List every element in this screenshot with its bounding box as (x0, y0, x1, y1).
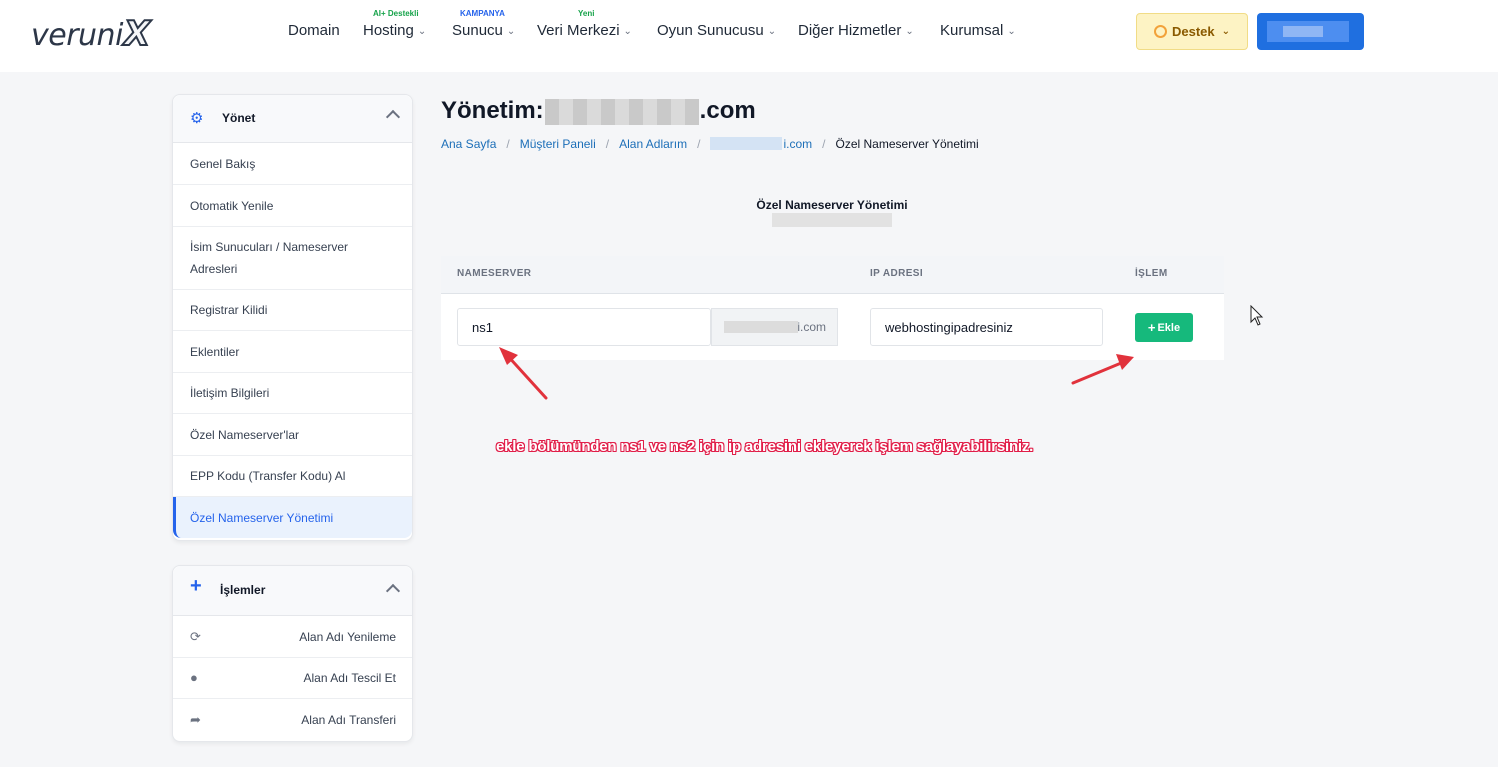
sidebar-item-alan-adi-yenileme[interactable]: ⟳ Alan Adı Yenileme (173, 616, 412, 658)
logo-x: X (123, 13, 151, 55)
breadcrumb-home[interactable]: Ana Sayfa (441, 137, 496, 151)
actions-panel-title: İşlemler (220, 583, 266, 597)
redacted-username-detail (1283, 26, 1323, 37)
chevron-down-icon: ⌄ (506, 26, 516, 37)
table-header: NAMESERVER IP ADRESI İŞLEM (441, 256, 1224, 294)
nav-domain[interactable]: Domain (288, 22, 340, 39)
column-header-action: İŞLEM (1135, 268, 1168, 279)
logo-text: veruni (31, 18, 123, 53)
annotation-arrow-left (499, 347, 548, 400)
nav-veri-merkezi[interactable]: Yeni Veri Merkezi ⌄ (537, 9, 632, 39)
support-label: Destek (1171, 24, 1215, 39)
column-header-ip: IP ADRESI (870, 268, 924, 279)
nav-badge: Yeni (578, 9, 595, 18)
chevron-down-icon: ⌄ (623, 26, 632, 37)
chevron-up-icon (385, 583, 401, 599)
domain-suffix-addon: i.com (711, 308, 838, 346)
chevron-up-icon (385, 109, 401, 125)
page-title-prefix: Yönetim: (441, 97, 544, 124)
column-header-nameserver: NAMESERVER (457, 268, 532, 279)
sidebar-item-alan-adi-transferi[interactable]: ➦ Alan Adı Transferi (173, 699, 412, 741)
nav-hosting[interactable]: AI+ Destekli Hosting ⌄ (363, 9, 427, 39)
breadcrumb: Ana Sayfa / Müşteri Paneli / Alan Adlarım / i.… (441, 137, 979, 151)
redacted-domain (724, 321, 798, 333)
mouse-cursor-icon (1250, 305, 1264, 326)
actions-panel-header[interactable]: + İşlemler (173, 566, 412, 616)
nav-kurumsal[interactable]: Kurumsal ⌄ (940, 22, 1016, 39)
chevron-down-icon: ⌄ (767, 26, 777, 37)
add-button-label: Ekle (1157, 321, 1181, 334)
chevron-down-icon: ⌄ (417, 26, 427, 37)
breadcrumb-separator: / (506, 137, 510, 151)
sidebar-item-registrar-kilidi[interactable]: Registrar Kilidi (173, 290, 412, 331)
nav-diger-hizmetler[interactable]: Diğer Hizmetler ⌄ (798, 22, 914, 39)
sidebar-item-genel-bakis[interactable]: Genel Bakış (173, 143, 412, 185)
breadcrumb-separator: / (605, 137, 610, 151)
redacted-domain (544, 98, 699, 125)
page-title-suffix: .com (699, 97, 756, 124)
actions-panel: + İşlemler ⟳ Alan Adı Yenileme ● Alan Ad… (172, 565, 413, 742)
breadcrumb-separator: / (697, 137, 701, 151)
logo[interactable]: veruniX (31, 13, 151, 55)
breadcrumb-separator: / (822, 137, 826, 151)
sidebar-item-alan-adi-tescil[interactable]: ● Alan Adı Tescil Et (173, 658, 412, 699)
globe-icon: ● (190, 670, 198, 685)
redacted-domain (710, 137, 783, 150)
add-button[interactable]: + Ekle (1135, 313, 1193, 342)
share-icon: ➦ (190, 712, 201, 727)
sidebar-item-eklentiler[interactable]: Eklentiler (173, 331, 412, 373)
manage-panel-header[interactable]: ⚙ Yönet (173, 95, 412, 143)
nameserver-input[interactable]: ns1 (457, 308, 711, 346)
sidebar-item-ozel-nameserver-yonetimi[interactable]: Özel Nameserver Yönetimi (173, 497, 412, 538)
account-button[interactable] (1257, 13, 1364, 50)
nav-sunucu[interactable]: KAMPANYA Sunucu ⌄ (452, 9, 516, 39)
breadcrumb-current: Özel Nameserver Yönetimi (835, 137, 979, 151)
section-title: Özel Nameserver Yönetimi (756, 198, 908, 212)
breadcrumb-domains[interactable]: Alan Adlarım (619, 137, 687, 151)
headset-icon (1153, 25, 1167, 38)
redacted-subtitle (772, 213, 892, 227)
ip-address-input[interactable]: webhostingipadresiniz (870, 308, 1103, 346)
sidebar-item-ozel-nameservers[interactable]: Özel Nameserver'lar (173, 414, 412, 456)
plus-icon: + (1147, 320, 1156, 335)
refresh-icon: ⟳ (190, 628, 201, 644)
chevron-down-icon: ⌄ (1221, 26, 1231, 37)
manage-panel: ⚙ Yönet Genel Bakış Otomatik Yenile İsim… (172, 94, 413, 541)
annotation-note: ekle bölümünden ns1 ve ns2 için ip adres… (496, 438, 1034, 455)
manage-panel-title: Yönet (222, 111, 256, 125)
nav-badge: KAMPANYA (460, 9, 505, 18)
nav-badge: AI+ Destekli (373, 9, 419, 18)
chevron-down-icon: ⌄ (905, 26, 914, 37)
gear-icon: ⚙ (190, 110, 204, 127)
sidebar-item-nameserver-adresleri[interactable]: İsim Sunucuları / Nameserver Adresleri (173, 227, 412, 290)
sidebar-item-otomatik-yenile[interactable]: Otomatik Yenile (173, 185, 412, 227)
plus-icon: + (190, 575, 202, 597)
annotation-arrow-right (1071, 354, 1134, 385)
breadcrumb-panel[interactable]: Müşteri Paneli (520, 137, 596, 151)
sidebar-item-epp-kodu[interactable]: EPP Kodu (Transfer Kodu) Al (173, 456, 412, 497)
support-button[interactable]: Destek ⌄ (1136, 13, 1248, 50)
sidebar-item-iletisim-bilgileri[interactable]: İletişim Bilgileri (173, 373, 412, 414)
nav-oyun-sunucusu[interactable]: Oyun Sunucusu ⌄ (657, 22, 776, 39)
chevron-down-icon: ⌄ (1007, 26, 1016, 37)
top-header: veruniX Domain AI+ Destekli Hosting ⌄ KAM… (0, 0, 1498, 72)
domain-suffix-text: i.com (797, 320, 826, 334)
breadcrumb-domain[interactable]: i.com (710, 137, 812, 151)
page-title: Yönetim: .com (441, 97, 756, 125)
